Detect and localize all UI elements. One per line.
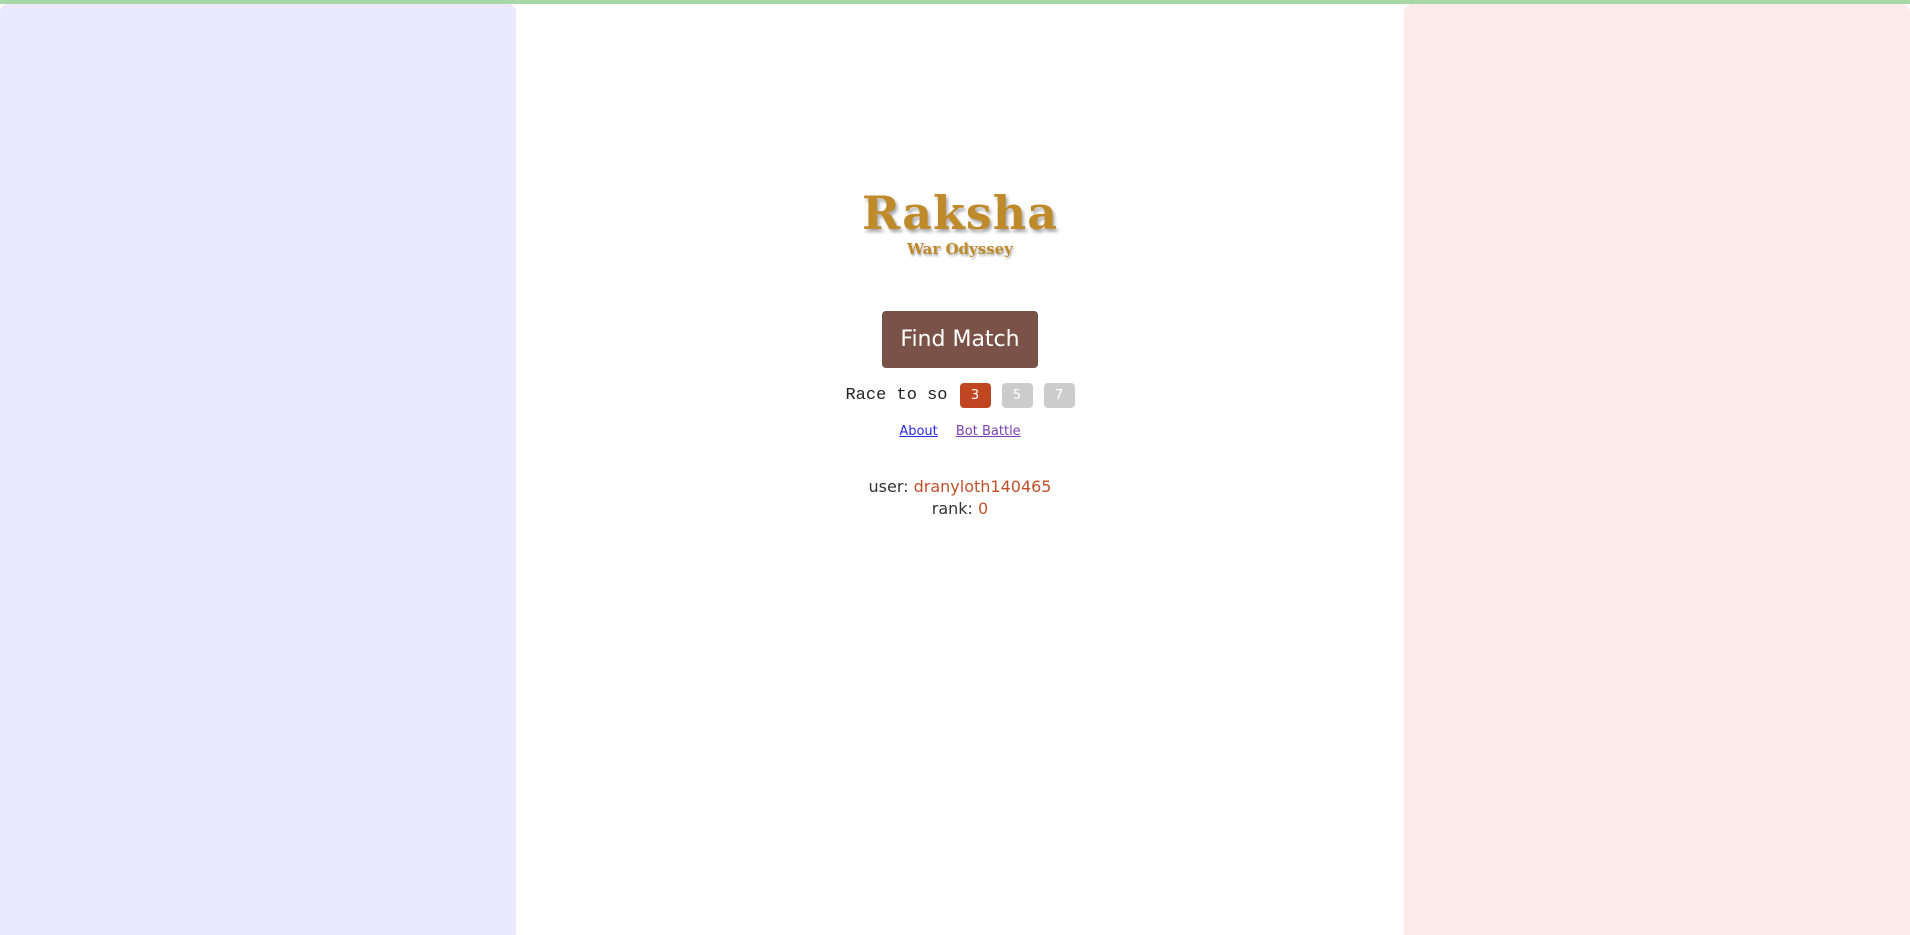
footer-links: About Bot Battle — [516, 424, 1404, 439]
find-match-button[interactable]: Find Match — [882, 311, 1038, 368]
race-to-selector: Race to so 3 5 7 — [516, 382, 1404, 408]
rank-label: rank: — [931, 499, 973, 518]
race-option-5[interactable]: 5 — [1001, 382, 1033, 408]
user-info: user: dranyloth140465 rank: 0 — [516, 476, 1404, 520]
rank-value: 0 — [978, 499, 989, 518]
race-option-3[interactable]: 3 — [959, 382, 991, 408]
main-lobby: Raksha War Odyssey Find Match Race to so… — [516, 4, 1404, 935]
race-to-label: Race to so — [845, 385, 948, 405]
user-label: user: — [868, 477, 909, 496]
game-logo: Raksha War Odyssey — [516, 187, 1404, 259]
logo-title: Raksha — [861, 186, 1059, 240]
username-value: dranyloth140465 — [913, 477, 1052, 496]
race-option-7[interactable]: 7 — [1043, 382, 1075, 408]
user-row: user: dranyloth140465 — [516, 476, 1404, 498]
about-link[interactable]: About — [899, 424, 937, 439]
bot-battle-link[interactable]: Bot Battle — [956, 424, 1021, 439]
right-player-panel — [1404, 4, 1910, 935]
left-player-panel — [0, 4, 516, 935]
logo-subtitle: War Odyssey — [907, 240, 1013, 258]
rank-row: rank: 0 — [516, 498, 1404, 520]
